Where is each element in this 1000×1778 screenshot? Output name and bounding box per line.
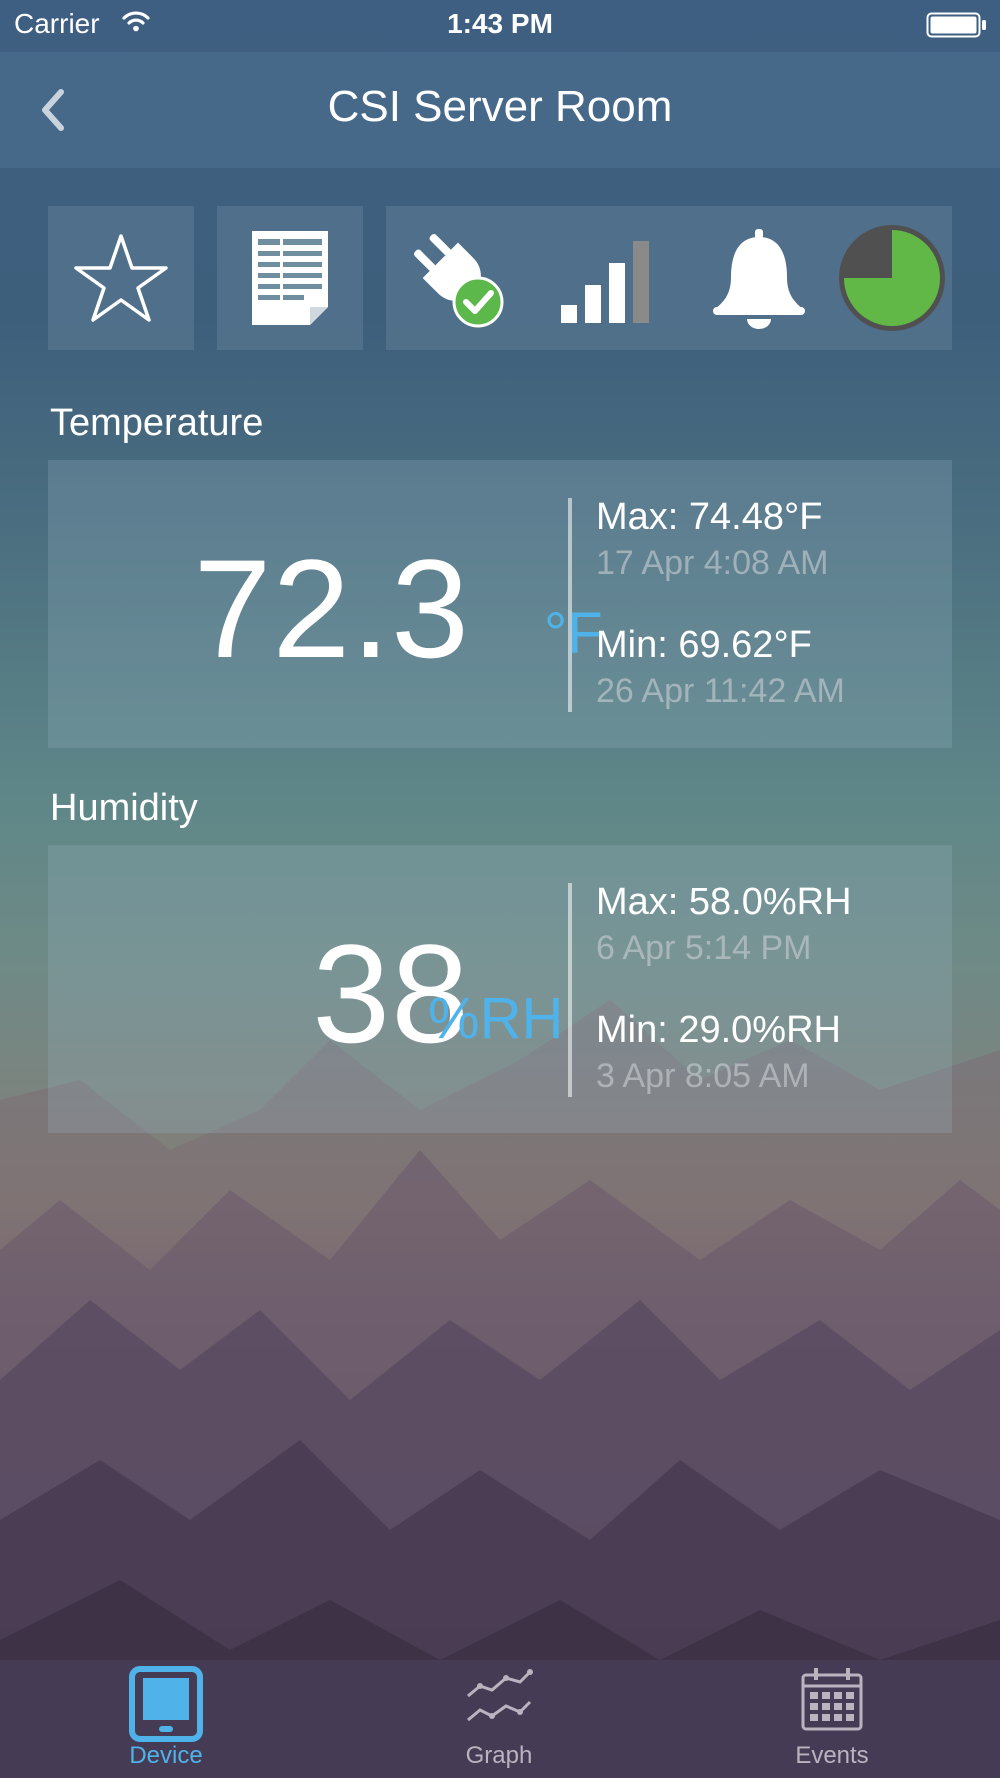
humidity-card: 38 %RH Max: 58.0%RH 6 Apr 5:14 PM Min: 2… [48,845,952,1133]
tablet-icon [66,1666,266,1742]
temperature-max-label: Max: 74.48°F [596,496,823,538]
tab-graph-label: Graph [465,1742,533,1769]
card-divider [568,883,572,1097]
power-plug-check-icon [400,220,516,336]
tab-graph[interactable]: Graph [399,1660,599,1778]
temperature-section-title: Temperature [50,402,264,444]
signal-strength-icon [556,228,662,332]
tab-bar: Device Graph Events [0,1660,1000,1778]
temperature-min-time: 26 Apr 11:42 AM [596,672,845,710]
temperature-card: 72.3 °F Max: 74.48°F 17 Apr 4:08 AM Min:… [48,460,952,748]
tab-events-label: Events [795,1742,869,1769]
graph-icon [399,1666,599,1730]
bell-icon [704,224,814,334]
humidity-unit: %RH [428,986,564,1051]
pie-progress-icon [834,220,950,336]
temperature-unit: °F [544,601,603,666]
favorite-button[interactable] [48,206,194,350]
humidity-max-label: Max: 58.0%RH [596,881,852,923]
tab-device-label: Device [129,1742,203,1769]
temperature-max-time: 17 Apr 4:08 AM [596,544,829,582]
clock: 1:43 PM [447,8,553,39]
report-button[interactable] [217,206,363,350]
tab-events[interactable]: Events [732,1660,932,1778]
temperature-value: 72.3 [193,530,470,687]
humidity-max-time: 6 Apr 5:14 PM [596,929,812,967]
battery-icon [926,12,988,43]
report-icon [217,206,363,350]
temperature-min-label: Min: 69.62°F [596,624,812,666]
humidity-section-title: Humidity [50,787,198,829]
device-status-bar [386,206,952,350]
tab-device[interactable]: Device [66,1660,266,1778]
humidity-min-time: 3 Apr 8:05 AM [596,1057,810,1095]
calendar-icon [732,1666,932,1732]
page-title: CSI Server Room [327,82,673,131]
humidity-min-label: Min: 29.0%RH [596,1009,841,1051]
star-icon [48,206,194,350]
card-divider [568,498,572,712]
status-bar: Carrier 1:43 PM [0,0,1000,52]
nav-bar: CSI Server Room [0,52,1000,168]
